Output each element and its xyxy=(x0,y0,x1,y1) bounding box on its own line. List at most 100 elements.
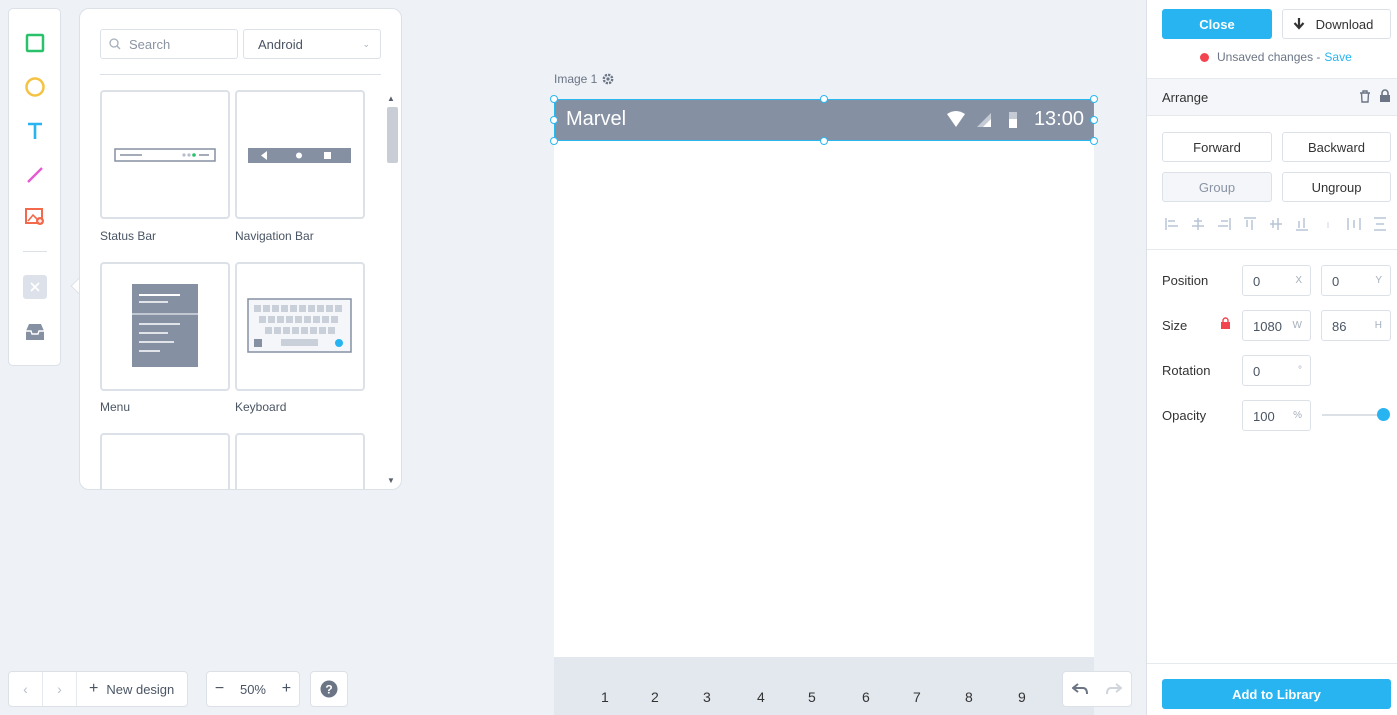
size-w-value: 1080 xyxy=(1253,319,1282,334)
size-label: Size xyxy=(1162,318,1188,333)
image-add-icon xyxy=(25,208,44,225)
group-button[interactable]: Group xyxy=(1162,172,1272,202)
add-to-library-button[interactable]: Add to Library xyxy=(1162,679,1391,709)
opacity-slider-handle[interactable] xyxy=(1377,408,1390,421)
chevron-right-icon: › xyxy=(57,681,62,697)
panel-divider xyxy=(100,74,381,75)
component-card[interactable] xyxy=(100,433,230,489)
zoom-out-button[interactable]: − xyxy=(215,680,224,698)
align-middle-icon[interactable] xyxy=(1269,217,1283,231)
rotation-unit: ° xyxy=(1298,365,1302,376)
resize-handle[interactable] xyxy=(550,95,558,103)
size-w-field[interactable]: 1080 W xyxy=(1242,310,1311,341)
line-tool[interactable] xyxy=(21,161,49,189)
align-top-icon[interactable] xyxy=(1243,217,1257,231)
resize-handle[interactable] xyxy=(1090,95,1098,103)
lock-icon[interactable] xyxy=(1379,89,1391,102)
distribute-horizontal-icon[interactable] xyxy=(1347,217,1361,231)
save-link[interactable]: Save xyxy=(1324,50,1351,64)
resize-handle[interactable] xyxy=(1090,137,1098,145)
position-x-field[interactable]: 0 X xyxy=(1242,265,1311,296)
component-label: Keyboard xyxy=(235,400,287,414)
backward-button[interactable]: Backward xyxy=(1282,132,1391,162)
resize-handle[interactable] xyxy=(820,137,828,145)
image-tool[interactable] xyxy=(21,203,49,231)
next-design-button[interactable]: › xyxy=(43,672,77,706)
keyboard-key: 5 xyxy=(808,689,816,705)
scroll-down-icon[interactable]: ▼ xyxy=(387,476,395,485)
component-label: Menu xyxy=(100,400,131,414)
status-bar-thumbnail-icon xyxy=(114,148,216,162)
align-bottom-icon[interactable] xyxy=(1295,217,1309,231)
search-box[interactable] xyxy=(100,29,238,59)
search-input[interactable] xyxy=(129,36,229,52)
zoom-control: − 50% + xyxy=(206,671,300,707)
resize-handle[interactable] xyxy=(820,95,828,103)
scroll-up-icon[interactable]: ▲ xyxy=(387,94,395,103)
circle-icon xyxy=(25,77,45,97)
align-left-icon[interactable] xyxy=(1165,217,1179,231)
undo-icon[interactable] xyxy=(1072,682,1088,696)
inbox-tool[interactable] xyxy=(21,318,49,346)
resize-handle[interactable] xyxy=(550,116,558,124)
align-right-icon[interactable] xyxy=(1217,217,1231,231)
close-icon xyxy=(23,275,47,299)
resize-handle[interactable] xyxy=(1090,116,1098,124)
keyboard-layer[interactable] xyxy=(554,657,1094,715)
component-card-menu[interactable] xyxy=(100,262,230,391)
status-bar-time: 13:00 xyxy=(1033,108,1084,130)
distribute-separator-icon xyxy=(1327,222,1329,228)
close-button[interactable]: Close xyxy=(1162,9,1272,39)
scrollbar-thumb[interactable] xyxy=(387,107,398,163)
align-center-icon[interactable] xyxy=(1191,217,1205,231)
artboard-title[interactable]: Image 1 xyxy=(554,72,615,86)
redo-icon[interactable] xyxy=(1106,682,1122,696)
platform-select[interactable]: Android ⌄ xyxy=(243,29,381,59)
resize-handle[interactable] xyxy=(550,137,558,145)
previous-design-button[interactable]: ‹ xyxy=(9,672,43,706)
help-button[interactable]: ? xyxy=(310,671,348,707)
opacity-field[interactable]: 100 % xyxy=(1242,400,1311,431)
download-label: Download xyxy=(1315,16,1374,32)
size-h-field[interactable]: 86 H xyxy=(1321,310,1391,341)
download-icon xyxy=(1293,18,1305,30)
inbox-icon xyxy=(26,324,44,340)
component-card-status-bar[interactable] xyxy=(100,90,230,219)
keyboard-key: 2 xyxy=(651,689,659,705)
status-bar-app-name: Marvel xyxy=(566,108,627,130)
history-control xyxy=(1062,671,1132,707)
navigation-bar-thumbnail-icon xyxy=(248,148,351,163)
zoom-in-button[interactable]: + xyxy=(282,680,291,698)
gear-icon[interactable] xyxy=(601,72,615,86)
opacity-value: 100 xyxy=(1253,409,1275,424)
battery-icon xyxy=(1009,112,1017,128)
rotation-field[interactable]: 0 ° xyxy=(1242,355,1311,386)
rectangle-tool[interactable] xyxy=(21,29,49,57)
component-label: Navigation Bar xyxy=(235,229,314,243)
status-bar-layer[interactable]: Marvel 13:00 xyxy=(554,99,1094,141)
plus-icon: + xyxy=(89,680,99,697)
component-card-navigation-bar[interactable] xyxy=(235,90,365,219)
tool-strip xyxy=(8,8,61,366)
signal-icon xyxy=(977,113,991,127)
component-card-keyboard[interactable] xyxy=(235,262,365,391)
position-y-field[interactable]: 0 Y xyxy=(1321,265,1391,296)
new-design-button[interactable]: + New design xyxy=(77,680,174,698)
divider xyxy=(1147,115,1397,116)
svg-text:?: ? xyxy=(325,683,332,697)
ungroup-button[interactable]: Ungroup xyxy=(1282,172,1391,202)
opacity-slider-track[interactable] xyxy=(1322,414,1384,416)
component-label: Status Bar xyxy=(100,229,157,243)
component-card[interactable] xyxy=(235,433,365,489)
artboard[interactable] xyxy=(554,99,1094,715)
aspect-lock-icon[interactable] xyxy=(1220,317,1231,329)
forward-button[interactable]: Forward xyxy=(1162,132,1272,162)
clear-tool[interactable] xyxy=(21,273,49,301)
distribute-vertical-icon[interactable] xyxy=(1373,217,1387,231)
x-unit: X xyxy=(1295,275,1302,286)
ellipse-tool[interactable] xyxy=(21,73,49,101)
keyboard-thumbnail-icon xyxy=(247,298,352,353)
trash-icon[interactable] xyxy=(1359,90,1371,103)
download-button[interactable]: Download xyxy=(1282,9,1391,39)
text-tool[interactable] xyxy=(21,117,49,145)
